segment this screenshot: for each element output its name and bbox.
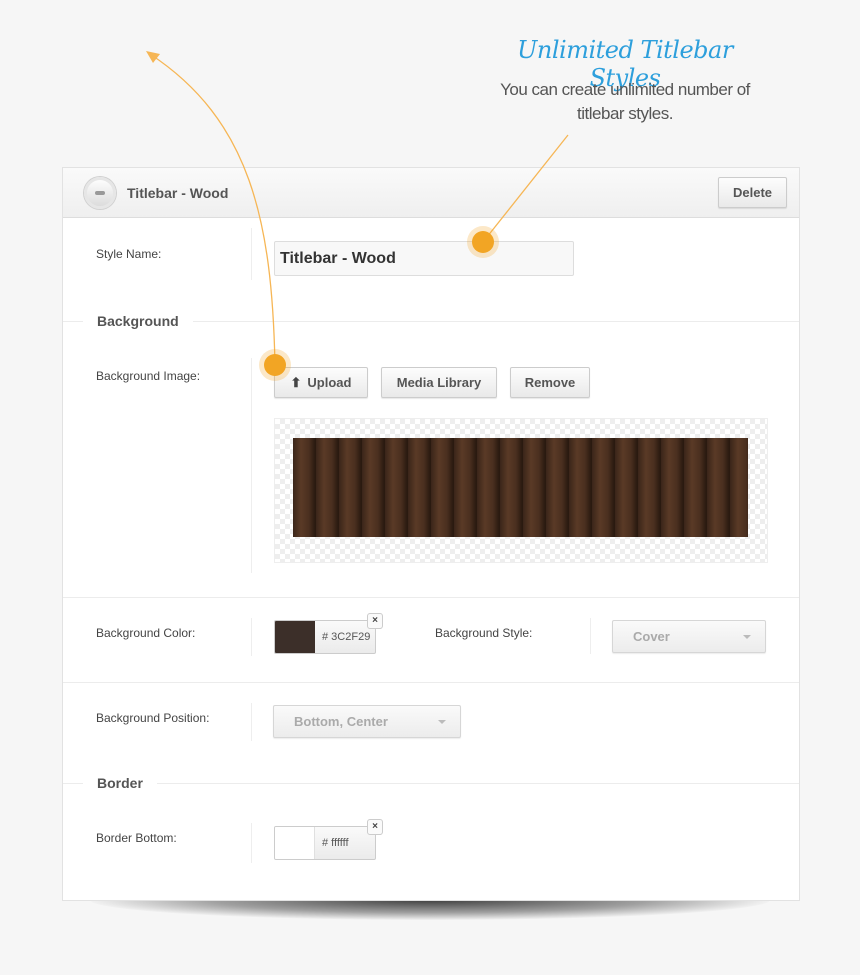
callout-line [482, 134, 569, 243]
callout-dot [472, 231, 494, 253]
callout-dot [264, 354, 286, 376]
curved-arrow-line [149, 53, 276, 366]
arrow-head-icon [146, 51, 160, 63]
annotation-arrows [146, 51, 569, 366]
